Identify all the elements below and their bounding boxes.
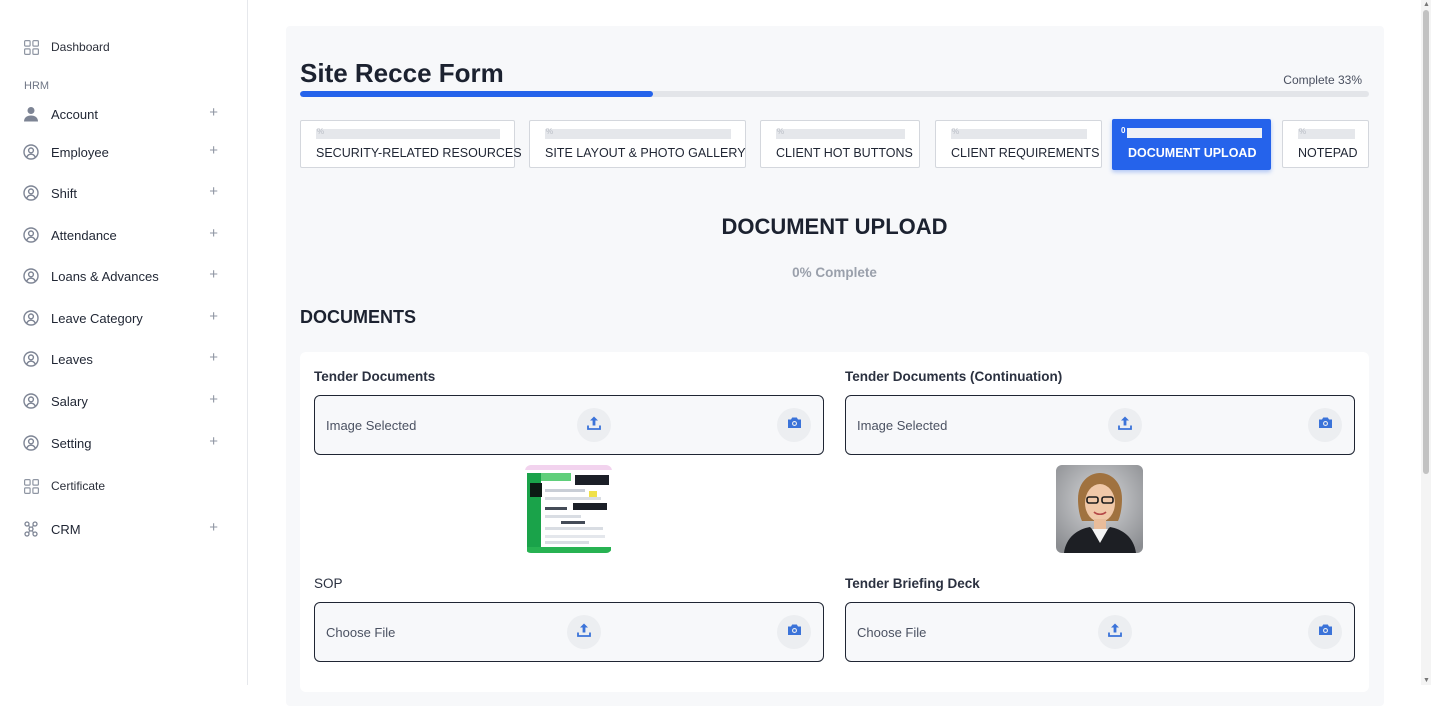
scrollbar-thumb[interactable] (1423, 10, 1429, 474)
sidebar-item-label: Leaves (51, 351, 93, 367)
upload-status: Choose File (326, 625, 396, 640)
plus-icon[interactable]: + (209, 433, 218, 450)
field-label: Tender Documents (314, 369, 436, 384)
tab-label: CLIENT REQUIREMENTS (951, 146, 1100, 160)
completion-label: Complete 33% (1283, 73, 1362, 87)
upload-status: Image Selected (857, 418, 948, 433)
plus-icon[interactable]: + (209, 349, 218, 366)
tab-progress-placeholder (951, 127, 1087, 139)
tab-security-related-resources[interactable]: SECURITY-RELATED RESOURCES (300, 120, 522, 168)
sidebar-item-employee[interactable]: Employee + (22, 138, 222, 166)
sidebar-item-label: Shift (51, 185, 78, 201)
grid-icon (22, 477, 40, 495)
upload-button[interactable] (1098, 615, 1132, 649)
sidebar-item-leaves[interactable]: Leaves + (22, 345, 222, 373)
upload-icon (1117, 415, 1133, 436)
tab-progress-placeholder (776, 127, 905, 139)
tab-label: SITE LAYOUT & PHOTO GALLERY (545, 146, 746, 160)
tab-label: NOTEPAD (1298, 146, 1358, 160)
field-label: Tender Documents (Continuation) (845, 369, 1063, 384)
field-label: SOP (314, 576, 343, 591)
section-title: DOCUMENT UPLOAD (721, 214, 948, 239)
camera-button[interactable] (777, 615, 811, 649)
sidebar-item-leave-category[interactable]: Leave Category + (22, 304, 222, 332)
sidebar-section-label: HRM (24, 80, 50, 92)
plus-icon[interactable]: + (209, 104, 218, 121)
tab-site-layout-photo-gallery[interactable]: SITE LAYOUT & PHOTO GALLERY (529, 120, 746, 168)
tab-document-upload[interactable]: DOCUMENT UPLOAD (1112, 119, 1271, 170)
sidebar-item-shift[interactable]: Shift + (22, 179, 222, 207)
sidebar-item-label: Employee (51, 144, 109, 160)
upload-button[interactable] (1108, 408, 1142, 442)
tab-progress-placeholder (1121, 126, 1262, 138)
sidebar-item-label: Dashboard (51, 40, 110, 54)
sidebar-item-label: CRM (51, 521, 81, 537)
camera-icon (787, 623, 802, 641)
scroll-down-icon[interactable]: ▼ (1423, 677, 1430, 684)
upload-button[interactable] (567, 615, 601, 649)
plus-icon[interactable]: + (209, 142, 218, 159)
user-circle-icon (22, 309, 40, 327)
upload-icon (1107, 622, 1123, 643)
tab-client-requirements[interactable]: CLIENT REQUIREMENTS (935, 120, 1102, 168)
document-preview-thumbnail[interactable] (525, 465, 612, 553)
user-circle-icon (22, 350, 40, 368)
tab-notepad[interactable]: NOTEPAD (1282, 120, 1369, 168)
tab-progress-placeholder (545, 127, 731, 139)
form-progress-fill (300, 91, 653, 97)
sop-upload-field[interactable]: Choose File (314, 602, 824, 662)
documents-heading: DOCUMENTS (300, 307, 416, 327)
plus-icon[interactable]: + (209, 183, 218, 200)
plus-icon[interactable]: + (209, 391, 218, 408)
camera-button[interactable] (777, 408, 811, 442)
form-progress-bar (300, 91, 1369, 97)
sidebar-item-certificate[interactable]: Certificate (22, 472, 222, 500)
tab-progress-placeholder (1298, 127, 1355, 139)
user-circle-icon (22, 392, 40, 410)
sidebar-item-label: Setting (51, 435, 92, 451)
tender-briefing-deck-upload-field[interactable]: Choose File (845, 602, 1355, 662)
upload-icon (586, 415, 602, 436)
field-label: Tender Briefing Deck (845, 576, 980, 591)
user-icon (22, 105, 40, 123)
upload-icon (576, 622, 592, 643)
plus-icon[interactable]: + (209, 519, 218, 536)
sidebar-item-crm[interactable]: CRM + (22, 515, 222, 543)
sidebar-item-setting[interactable]: Setting + (22, 429, 222, 457)
user-circle-icon (22, 184, 40, 202)
user-circle-icon (22, 434, 40, 452)
network-icon (22, 520, 40, 538)
tab-label: SECURITY-RELATED RESOURCES (316, 146, 522, 160)
plus-icon[interactable]: + (209, 308, 218, 325)
grid-icon (22, 38, 40, 56)
portrait-preview-thumbnail[interactable] (1056, 465, 1143, 553)
sidebar-item-label: Salary (51, 393, 88, 409)
upload-status: Image Selected (326, 418, 417, 433)
camera-button[interactable] (1308, 615, 1342, 649)
tender-documents-continuation-upload-field[interactable]: Image Selected (845, 395, 1355, 455)
camera-icon (1318, 623, 1333, 641)
section-percent: 0% Complete (792, 265, 877, 280)
sidebar-item-account[interactable]: Account + (22, 100, 222, 128)
user-circle-icon (22, 143, 40, 161)
sidebar-item-label: Account (51, 106, 98, 122)
camera-icon (1318, 416, 1333, 434)
sidebar-item-dashboard[interactable]: Dashboard (22, 33, 222, 61)
sidebar: Dashboard HRM Account + Employee + Shift… (0, 0, 248, 685)
tab-label: CLIENT HOT BUTTONS (776, 146, 913, 160)
tab-label: DOCUMENT UPLOAD (1128, 146, 1257, 160)
camera-button[interactable] (1308, 408, 1342, 442)
page-scrollbar[interactable]: ▲ ▼ (1421, 0, 1431, 685)
upload-status: Choose File (857, 625, 927, 640)
scroll-up-icon[interactable]: ▲ (1423, 1, 1430, 8)
page-title: Site Recce Form (300, 58, 504, 88)
sidebar-item-label: Certificate (51, 479, 106, 493)
tender-documents-upload-field[interactable]: Image Selected (314, 395, 824, 455)
tab-client-hot-buttons[interactable]: CLIENT HOT BUTTONS (760, 120, 920, 168)
sidebar-item-salary[interactable]: Salary + (22, 387, 222, 415)
tab-progress-placeholder (316, 127, 500, 139)
sidebar-item-label: Leave Category (51, 310, 143, 326)
camera-icon (787, 416, 802, 434)
upload-button[interactable] (577, 408, 611, 442)
